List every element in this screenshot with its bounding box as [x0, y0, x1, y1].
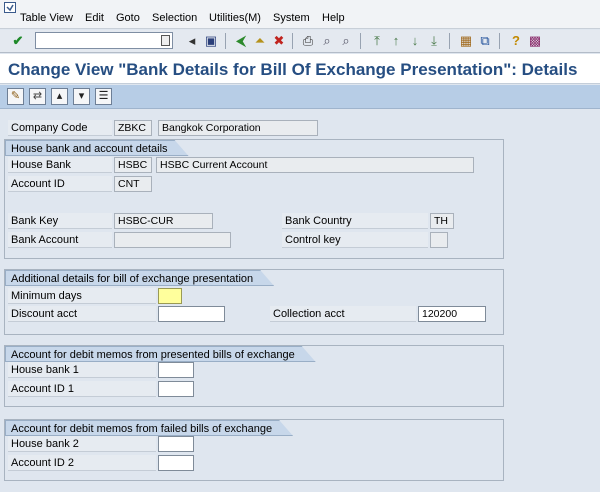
menu-bar: Table View Edit Goto Selection Utilities…: [0, 0, 600, 29]
house-bank-label: House Bank: [8, 157, 112, 173]
house-bank-1-input[interactable]: [158, 362, 194, 378]
account-id-2-input[interactable]: [158, 455, 194, 471]
menu-goto[interactable]: Goto: [116, 12, 140, 24]
house-bank-2-label: House bank 2: [8, 436, 156, 452]
shortcut-icon[interactable]: ⧉: [477, 33, 493, 49]
menu-table-view[interactable]: Table View: [20, 12, 73, 24]
other-entry-icon[interactable]: ⇄: [29, 88, 46, 105]
bank-key-label: Bank Key: [8, 213, 112, 229]
separator: [225, 33, 226, 49]
back-icon[interactable]: ⮜: [233, 33, 249, 49]
house-bank-description: HSBC Current Account: [156, 157, 474, 173]
house-bank-2-input[interactable]: [158, 436, 194, 452]
minimum-days-label: Minimum days: [8, 288, 156, 304]
menu-edit[interactable]: Edit: [85, 12, 104, 24]
cancel-icon[interactable]: ✖: [271, 33, 287, 49]
collapse-icon[interactable]: ◂: [184, 33, 200, 49]
presented-bills-group-title: Account for debit memos from presented b…: [5, 346, 316, 362]
application-toolbar: ✎ ⇄ ▴ ▾ ☰: [0, 85, 600, 109]
change-display-icon[interactable]: ✎: [7, 88, 24, 105]
standard-toolbar: ✔ ◂ ▣ ⮜ ⏶ ✖ ⎙ ⌕ ⌕ ⤒ ↑ ↓ ⤓ ▦ ⧉ ? ▩: [0, 30, 600, 53]
previous-page-icon[interactable]: ↑: [388, 33, 404, 49]
print-icon[interactable]: ⎙: [300, 33, 316, 49]
company-name-field: Bangkok Corporation: [158, 120, 318, 136]
collection-account-input[interactable]: 120200: [418, 306, 486, 322]
separator: [449, 33, 450, 49]
exit-icon[interactable]: ⏶: [252, 33, 268, 49]
command-field[interactable]: [35, 32, 173, 49]
house-bank-field[interactable]: HSBC: [114, 157, 152, 173]
collection-account-label: Collection acct: [270, 306, 416, 322]
failed-bills-group-title: Account for debit memos from failed bill…: [5, 420, 293, 436]
previous-entry-icon[interactable]: ▴: [51, 88, 68, 105]
account-id-field[interactable]: CNT: [114, 176, 152, 192]
page-title: Change View "Bank Details for Bill Of Ex…: [8, 60, 578, 79]
separator: [499, 33, 500, 49]
enter-icon[interactable]: ✔: [10, 33, 26, 49]
house-bank-1-label: House bank 1: [8, 362, 156, 378]
save-icon[interactable]: ▣: [203, 33, 219, 49]
menu-system[interactable]: System: [273, 12, 310, 24]
sap-menu-icon[interactable]: [4, 2, 16, 13]
account-id-1-label: Account ID 1: [8, 381, 156, 397]
additional-details-group-title: Additional details for bill of exchange …: [5, 270, 274, 286]
company-code-field[interactable]: ZBKC: [114, 120, 152, 136]
control-key-field[interactable]: [430, 232, 448, 248]
help-icon[interactable]: ?: [508, 33, 524, 49]
bank-account-field[interactable]: [114, 232, 231, 248]
variable-list-icon[interactable]: ☰: [95, 88, 112, 105]
account-id-label: Account ID: [8, 176, 112, 192]
menu-utilities[interactable]: Utilities(M): [209, 12, 261, 24]
separator: [360, 33, 361, 49]
bank-country-label: Bank Country: [282, 213, 428, 229]
bank-country-field[interactable]: TH: [430, 213, 454, 229]
account-id-2-label: Account ID 2: [8, 455, 156, 471]
discount-account-input[interactable]: [158, 306, 225, 322]
discount-account-label: Discount acct: [8, 306, 156, 322]
bank-account-label: Bank Account: [8, 232, 112, 248]
house-bank-group-title: House bank and account details: [5, 140, 189, 156]
account-id-1-input[interactable]: [158, 381, 194, 397]
find-icon[interactable]: ⌕: [319, 33, 335, 49]
company-code-label: Company Code: [8, 120, 112, 136]
bank-key-field[interactable]: HSBC-CUR: [114, 213, 213, 229]
next-page-icon[interactable]: ↓: [407, 33, 423, 49]
minimum-days-input[interactable]: [158, 288, 182, 304]
new-session-icon[interactable]: ▦: [458, 33, 474, 49]
next-entry-icon[interactable]: ▾: [73, 88, 90, 105]
find-next-icon[interactable]: ⌕: [338, 33, 354, 49]
control-key-label: Control key: [282, 232, 428, 248]
customize-layout-icon[interactable]: ▩: [527, 33, 543, 49]
last-page-icon[interactable]: ⤓: [426, 33, 442, 49]
menu-selection[interactable]: Selection: [152, 12, 197, 24]
first-page-icon[interactable]: ⤒: [369, 33, 385, 49]
menu-help[interactable]: Help: [322, 12, 345, 24]
command-history-icon[interactable]: [161, 35, 170, 46]
separator: [292, 33, 293, 49]
